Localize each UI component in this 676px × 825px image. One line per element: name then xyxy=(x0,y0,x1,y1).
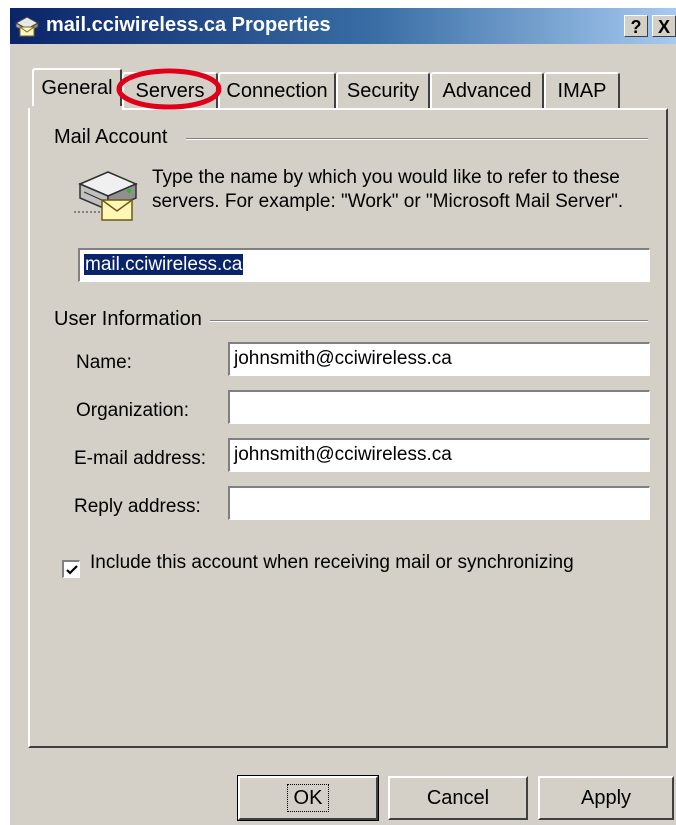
mail-account-group-label: Mail Account xyxy=(54,126,176,149)
mail-server-icon xyxy=(74,168,142,229)
user-information-separator xyxy=(208,320,648,322)
close-button[interactable]: X xyxy=(652,15,676,37)
mail-account-icon xyxy=(14,14,40,38)
tab-security[interactable]: Security xyxy=(336,72,430,108)
account-name-value: mail.cciwireless.ca xyxy=(84,254,244,275)
checkmark-icon xyxy=(66,565,78,575)
reply-address-input[interactable] xyxy=(228,486,650,520)
highlight-circle-annotation xyxy=(116,68,222,110)
name-label: Name: xyxy=(76,352,132,373)
properties-dialog: mail.cciwireless.ca Properties ? X Gener… xyxy=(8,6,676,825)
mail-account-description: Type the name by which you would like to… xyxy=(152,167,624,212)
include-account-label[interactable]: Include this account when receiving mail… xyxy=(90,552,574,574)
mail-account-separator xyxy=(186,138,648,140)
window-title: mail.cciwireless.ca Properties xyxy=(46,14,331,36)
title-bar[interactable]: mail.cciwireless.ca Properties ? X xyxy=(10,8,676,44)
organization-input[interactable] xyxy=(228,390,650,424)
user-information-group-label: User Information xyxy=(54,308,210,331)
include-account-checkbox[interactable] xyxy=(62,560,80,578)
tab-advanced[interactable]: Advanced xyxy=(430,72,544,108)
ok-button[interactable]: OK xyxy=(237,775,379,821)
name-input[interactable]: johnsmith@cciwireless.ca xyxy=(228,342,650,376)
reply-address-label: Reply address: xyxy=(74,496,201,517)
apply-button[interactable]: Apply xyxy=(538,776,674,820)
cancel-button[interactable]: Cancel xyxy=(388,776,528,820)
organization-label: Organization: xyxy=(76,400,190,421)
help-button[interactable]: ? xyxy=(624,15,648,37)
email-address-input[interactable]: johnsmith@cciwireless.ca xyxy=(228,438,650,472)
account-name-input[interactable]: mail.cciwireless.ca xyxy=(78,248,650,282)
tab-general[interactable]: General xyxy=(32,68,122,110)
email-address-label: E-mail address: xyxy=(74,448,206,469)
tab-imap[interactable]: IMAP xyxy=(544,72,620,108)
tab-connection[interactable]: Connection xyxy=(218,72,336,108)
